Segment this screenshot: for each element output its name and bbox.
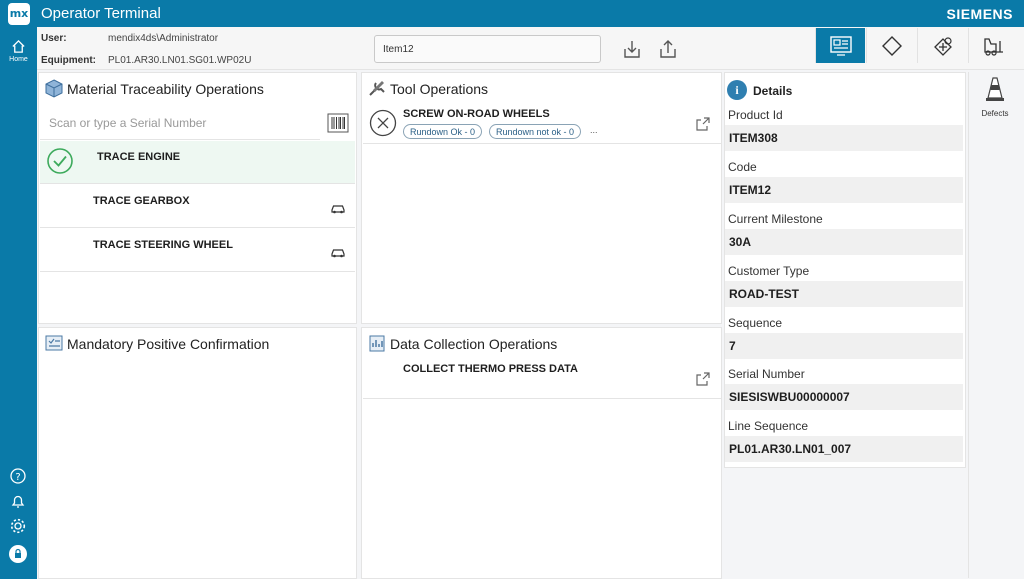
bell-icon[interactable] (9, 492, 27, 510)
app-title: Operator Terminal (41, 5, 161, 22)
trace-gearbox-item[interactable]: TRACE GEARBOX (40, 185, 355, 228)
inspection-icon (933, 36, 952, 56)
tools-icon (369, 81, 385, 96)
customer-type-value: ROAD-TEST (725, 281, 963, 307)
details-title: Details (753, 84, 793, 98)
upload-icon[interactable] (657, 37, 679, 61)
home-icon (12, 39, 25, 53)
equipment-value: PL01.AR30.LN01.SG01.WP02U (108, 55, 252, 66)
sequence-value: 7 (725, 333, 963, 359)
title-bar: mx Operator Terminal SIEMENS (0, 0, 1024, 27)
nav-home[interactable]: Home (0, 39, 37, 63)
open-external-icon[interactable] (695, 116, 711, 132)
customer-type-label: Customer Type (728, 264, 810, 278)
logistics-view-button[interactable] (968, 28, 1018, 63)
diamond-view-button[interactable] (866, 28, 916, 63)
trace-engine-item[interactable]: TRACE ENGINE (40, 141, 355, 184)
line-sequence-label: Line Sequence (728, 419, 809, 433)
material-traceability-panel: Material Traceability Operations Scan or… (38, 72, 357, 324)
user-avatar-icon[interactable] (8, 544, 28, 564)
code-value: ITEM12 (725, 177, 963, 203)
tool-panel-title: Tool Operations (390, 81, 489, 97)
tool-operations-panel: Tool Operations SCREW ON-ROAD WHEELS Run… (361, 72, 722, 324)
inspection-view-button[interactable] (917, 28, 967, 63)
user-value: mendix4ds\Administrator (108, 33, 219, 44)
diamond-icon (881, 35, 902, 56)
operation-label: SCREW ON-ROAD WHEELS (403, 108, 550, 120)
checklist-icon (45, 335, 63, 351)
operations-icon (829, 35, 852, 56)
trace-steering-wheel-item[interactable]: TRACE STEERING WHEEL (40, 229, 355, 272)
material-panel-title: Material Traceability Operations (67, 81, 264, 97)
operations-view-button[interactable] (815, 28, 865, 63)
milestone-value: 30A (725, 229, 963, 255)
screw-wheels-operation[interactable]: SCREW ON-ROAD WHEELS Rundown Ok - 0 Rund… (363, 102, 721, 144)
data-collection-icon (369, 335, 385, 352)
context-header: User: mendix4ds\Administrator Equipment:… (37, 27, 1024, 70)
material-cube-icon (45, 79, 63, 98)
item-field[interactable]: Item12 (374, 35, 601, 63)
car-icon (331, 205, 345, 214)
user-label: User: (41, 33, 67, 44)
forklift-icon (983, 37, 1003, 56)
open-external-icon[interactable] (695, 371, 711, 387)
rundown-not-ok-chip: Rundown not ok - 0 (489, 124, 582, 139)
barcode-scan-icon[interactable] (327, 113, 349, 133)
trace-item-label: TRACE ENGINE (97, 151, 181, 163)
info-icon: i (727, 80, 747, 100)
collect-thermo-press-operation[interactable]: COLLECT THERMO PRESS DATA (363, 357, 721, 399)
traffic-cone-icon (986, 77, 1004, 101)
help-icon[interactable]: ? (9, 467, 27, 485)
serial-number-input[interactable]: Scan or type a Serial Number (40, 107, 320, 140)
milestone-label: Current Milestone (728, 212, 823, 226)
car-icon (331, 249, 345, 258)
defects-button[interactable]: Defects (969, 76, 1021, 118)
line-sequence-value: PL01.AR30.LN01_007 (725, 436, 963, 462)
nav-home-label: Home (9, 56, 28, 63)
gear-icon[interactable] (9, 517, 27, 535)
mandatory-panel-title: Mandatory Positive Confirmation (67, 336, 270, 352)
sequence-label: Sequence (728, 316, 783, 330)
mandatory-confirmation-panel: Mandatory Positive Confirmation (38, 327, 357, 579)
defects-label: Defects (981, 109, 1009, 118)
operation-label: COLLECT THERMO PRESS DATA (403, 363, 578, 375)
data-collection-panel-title: Data Collection Operations (390, 336, 558, 352)
details-panel: i Details Product Id ITEM308 Code ITEM12… (724, 72, 966, 468)
serial-number-value: SIESISWBU00000007 (725, 384, 963, 410)
product-id-label: Product Id (728, 108, 783, 122)
right-sidebar: Defects (968, 72, 1020, 578)
left-nav: Home ? (0, 27, 37, 579)
brand-logo: SIEMENS (946, 6, 1013, 22)
more-chips: ... (590, 125, 598, 135)
data-collection-panel: Data Collection Operations COLLECT THERM… (361, 327, 722, 579)
cancel-circle-icon (369, 109, 397, 137)
rundown-ok-chip: Rundown Ok - 0 (403, 124, 483, 139)
equipment-label: Equipment: (41, 55, 96, 66)
serial-number-label: Serial Number (728, 367, 805, 381)
product-id-value: ITEM308 (725, 125, 963, 151)
mendix-logo: mx (8, 2, 30, 25)
code-label: Code (728, 160, 757, 174)
check-circle-icon (47, 148, 73, 174)
trace-item-label: TRACE STEERING WHEEL (93, 239, 233, 251)
svg-text:?: ? (15, 472, 20, 483)
download-icon[interactable] (621, 37, 643, 61)
trace-item-label: TRACE GEARBOX (93, 195, 190, 207)
